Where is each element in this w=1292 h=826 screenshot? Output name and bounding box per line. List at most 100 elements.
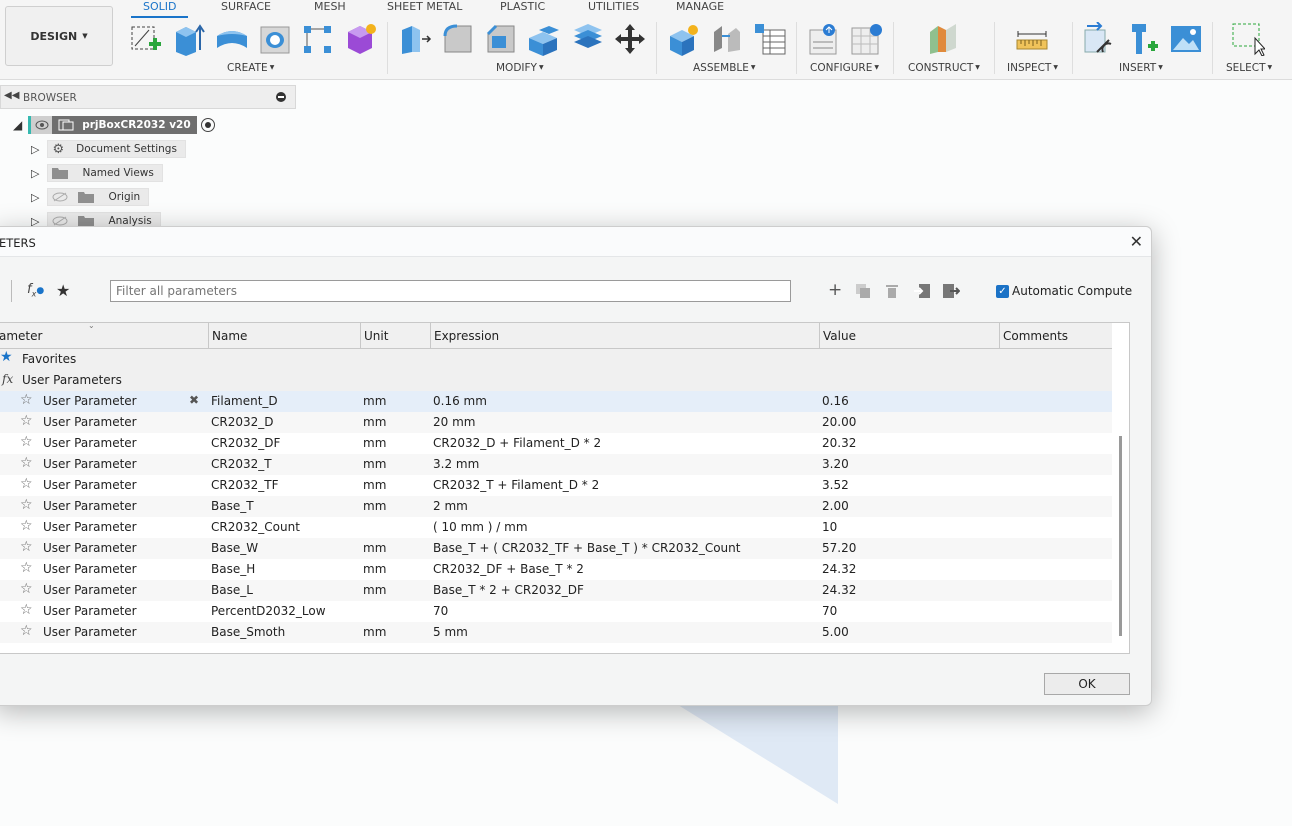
joint-icon[interactable]	[710, 22, 744, 56]
table-row[interactable]: ☆ User Parameter Base_T mm 2 mm 2.00	[0, 496, 1112, 517]
revolve-icon[interactable]	[215, 22, 249, 56]
add-user-parameter-fx-icon[interactable]: fx●	[27, 282, 44, 299]
parameter-expression-cell[interactable]: 2 mm	[433, 499, 468, 513]
browser-item-origin[interactable]: ▷ Origin	[31, 187, 150, 207]
group-configure[interactable]: CONFIGURE ▼	[810, 62, 879, 74]
group-construct[interactable]: CONSTRUCT ▼	[908, 62, 980, 74]
table-row[interactable]: ☆ User Parameter Base_Smoth mm 5 mm 5.00	[0, 622, 1112, 643]
add-icon[interactable]: +	[828, 280, 842, 300]
insert-canvas-icon[interactable]	[1169, 22, 1203, 56]
table-row[interactable]: ☆ User Parameter CR2032_D mm 20 mm 20.00	[0, 412, 1112, 433]
delete-row-icon[interactable]: ✖	[189, 393, 199, 407]
column-header-name[interactable]: Name	[209, 323, 361, 349]
table-row[interactable]: ☆ User Parameter CR2032_DF mm CR2032_D + Fil…	[0, 433, 1112, 454]
parameter-expression-cell[interactable]: Base_T + ( CR2032_TF + Base_T ) * CR2032…	[433, 541, 740, 555]
parameter-name-cell[interactable]: CR2032_D	[211, 415, 274, 429]
hole-icon[interactable]	[258, 22, 292, 56]
favorite-star-icon[interactable]: ☆	[20, 602, 33, 618]
pattern-icon[interactable]	[301, 22, 335, 56]
automatic-compute-checkbox[interactable]: ✓ Automatic Compute	[996, 284, 1132, 298]
parameter-name-cell[interactable]: CR2032_DF	[211, 436, 280, 450]
table-row[interactable]: ☆ User Parameter Base_L mm Base_T * 2 + CR20…	[0, 580, 1112, 601]
measure-icon[interactable]	[1015, 22, 1049, 56]
tab-plastic[interactable]: PLASTIC	[500, 0, 545, 13]
favorite-star-icon[interactable]: ☆	[20, 476, 33, 492]
parameter-name-cell[interactable]: CR2032_Count	[211, 520, 300, 534]
parameter-expression-cell[interactable]: CR2032_D + Filament_D * 2	[433, 436, 601, 450]
vertical-scrollbar[interactable]	[1119, 436, 1122, 636]
tab-manage[interactable]: MANAGE	[676, 0, 724, 13]
insert-mcmaster-icon[interactable]	[1126, 22, 1160, 56]
favorite-star-icon[interactable]: ☆	[20, 392, 33, 408]
checkbox-checked-icon[interactable]: ✓	[996, 284, 1009, 298]
filter-parameters-input[interactable]	[110, 280, 791, 302]
parameter-expression-cell[interactable]: ( 10 mm ) / mm	[433, 520, 528, 534]
favorite-star-icon[interactable]: ☆	[20, 518, 33, 534]
column-header-expression[interactable]: Expression	[431, 323, 820, 349]
copy-icon[interactable]	[855, 283, 871, 299]
ok-button[interactable]: OK	[1044, 673, 1130, 695]
table-row[interactable]: ☆ User Parameter CR2032_Count ( 10 mm ) / m…	[0, 517, 1112, 538]
tab-sheet-metal[interactable]: SHEET METAL	[387, 0, 462, 13]
favorite-star-icon[interactable]: ☆	[20, 455, 33, 471]
export-icon[interactable]	[942, 283, 960, 299]
browser-item-document-settings[interactable]: ▷ ⚙ Document Settings	[31, 139, 186, 159]
favorite-star-icon[interactable]: ☆	[20, 623, 33, 639]
group-modify[interactable]: MODIFY ▼	[496, 62, 544, 74]
column-header-value[interactable]: Value	[820, 323, 1000, 349]
create-sketch-icon[interactable]	[129, 22, 163, 56]
delete-icon[interactable]	[885, 283, 899, 299]
parameter-name-cell[interactable]: PercentD2032_Low	[211, 604, 326, 618]
collapse-panel-icon[interactable]: ◀◀	[4, 90, 19, 101]
parameter-name-cell[interactable]: Base_H	[211, 562, 255, 576]
new-component-icon[interactable]	[667, 22, 701, 56]
favorite-star-icon[interactable]: ☆	[20, 434, 33, 450]
table-row[interactable]: ☆ User Parameter CR2032_TF mm CR2032_T + Fil…	[0, 475, 1112, 496]
offset-plane-icon[interactable]	[926, 22, 960, 56]
combine-icon[interactable]	[570, 22, 604, 56]
parameter-expression-cell[interactable]: 0.16 mm	[433, 394, 487, 408]
window-select-icon[interactable]	[1231, 22, 1265, 56]
insert-derive-icon[interactable]	[1083, 22, 1117, 56]
parameter-name-cell[interactable]: Base_Smoth	[211, 625, 285, 639]
group-select[interactable]: SELECT ▼	[1226, 62, 1272, 74]
dialog-title-bar[interactable]: ETERS ✕	[0, 227, 1151, 257]
tab-utilities[interactable]: UTILITIES	[588, 0, 639, 13]
table-row[interactable]: ☆ User Parameter Base_W mm Base_T + ( CR2032…	[0, 538, 1112, 559]
shell-icon[interactable]	[527, 22, 561, 56]
parameter-name-cell[interactable]: Base_T	[211, 499, 254, 513]
parameter-expression-cell[interactable]: 5 mm	[433, 625, 468, 639]
expand-triangle-icon[interactable]: ▷	[31, 167, 39, 180]
favorite-star-icon[interactable]: ☆	[20, 560, 33, 576]
tab-surface[interactable]: SURFACE	[221, 0, 271, 13]
parameter-expression-cell[interactable]: CR2032_T + Filament_D * 2	[433, 478, 599, 492]
parameter-expression-cell[interactable]: CR2032_DF + Base_T * 2	[433, 562, 584, 576]
bill-of-materials-icon[interactable]	[753, 22, 787, 56]
expand-triangle-icon[interactable]: ▷	[31, 143, 39, 156]
column-header-comments[interactable]: Comments	[1000, 323, 1112, 349]
configure-design-icon[interactable]	[807, 22, 841, 56]
press-pull-icon[interactable]	[398, 22, 432, 56]
parameter-expression-cell[interactable]: 20 mm	[433, 415, 475, 429]
group-row-user-parameters[interactable]: fx User Parameters	[0, 370, 1112, 391]
parameter-name-cell[interactable]: Filament_D	[211, 394, 278, 408]
expand-triangle-icon[interactable]: ▷	[31, 191, 39, 204]
workspace-switcher-button[interactable]: DESIGN ▼	[5, 6, 113, 66]
parameter-name-cell[interactable]: CR2032_TF	[211, 478, 279, 492]
table-row[interactable]: ☆ User Parameter Base_H mm CR2032_DF + Base_…	[0, 559, 1112, 580]
parameter-name-cell[interactable]: CR2032_T	[211, 457, 272, 471]
configuration-table-icon[interactable]	[850, 22, 884, 56]
favorite-star-icon[interactable]: ☆	[20, 497, 33, 513]
expand-triangle-icon[interactable]: ◢	[13, 118, 22, 132]
chamfer-icon[interactable]	[484, 22, 518, 56]
extrude-icon[interactable]	[172, 22, 206, 56]
group-create[interactable]: CREATE ▼	[227, 62, 274, 74]
group-insert[interactable]: INSERT ▼	[1119, 62, 1163, 74]
parameter-expression-cell[interactable]: 70	[433, 604, 448, 618]
parameter-expression-cell[interactable]: Base_T * 2 + CR2032_DF	[433, 583, 584, 597]
browser-item-named-views[interactable]: ▷ Named Views	[31, 163, 163, 183]
tab-solid[interactable]: SOLID	[131, 0, 189, 18]
favorite-star-icon[interactable]: ☆	[20, 539, 33, 555]
minimize-icon[interactable]	[276, 92, 286, 102]
document-node[interactable]: prjBoxCR2032 v20	[52, 116, 197, 134]
